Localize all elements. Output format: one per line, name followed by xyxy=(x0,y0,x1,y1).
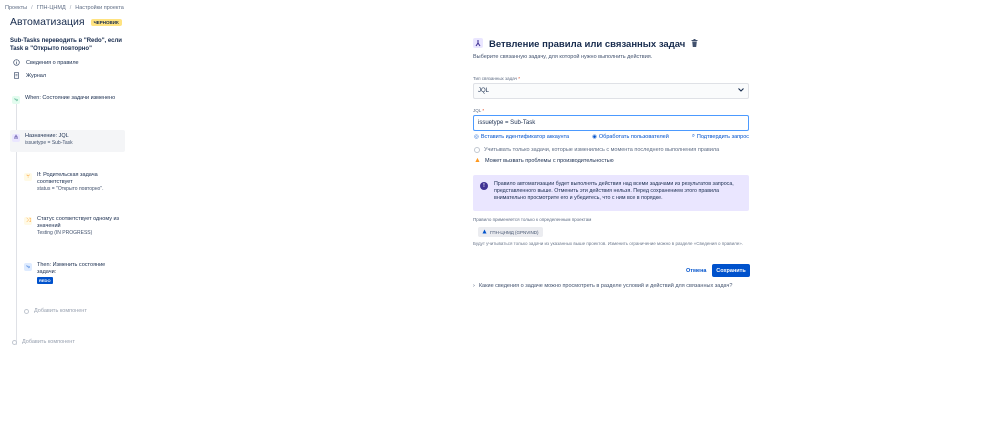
step-when[interactable]: ⤷ When: Состояние задачи изменено xyxy=(12,95,127,104)
step-branch-title: Назначение: JQL xyxy=(25,133,69,139)
type-label-text: Тип связанных задач xyxy=(473,76,517,81)
trash-icon[interactable] xyxy=(691,39,698,49)
rule-name[interactable]: Sub-Tasks переводить в "Redo", если Task… xyxy=(10,37,128,53)
add-component-label: Добавить компонент xyxy=(22,339,75,345)
breadcrumb-separator: / xyxy=(31,5,33,11)
only-changed-checkbox-row[interactable]: Учитывать только задачи, которые изменил… xyxy=(474,147,719,153)
step-if-sub: status = "Открыто повторно". xyxy=(37,186,104,192)
jql-label-text: JQL xyxy=(473,108,482,113)
project-icon xyxy=(482,229,487,235)
required-mark: * xyxy=(482,108,485,113)
chevron-down-icon xyxy=(738,88,744,94)
info-text: Правило автоматизации будет выполнять де… xyxy=(494,181,734,201)
condition-icon: ⑂ xyxy=(24,173,32,181)
scope-label: Правило применяется только к определенны… xyxy=(473,217,592,222)
scope-note: Будут учитываться только задачи из указа… xyxy=(473,241,744,246)
breadcrumb: Проекты / ГПН-ЦНМД / Настройки проекта xyxy=(5,5,124,11)
add-dot-icon xyxy=(24,308,29,314)
save-button[interactable]: Сохранить xyxy=(712,264,750,277)
breadcrumb-separator: / xyxy=(69,5,72,11)
trigger-icon: ⤷ xyxy=(12,96,20,104)
condition-icon: ⤨ xyxy=(24,217,32,225)
add-component-inner[interactable]: Добавить компонент xyxy=(24,308,87,314)
step-status[interactable]: ⤨ Статус соответствует одному из значени… xyxy=(24,216,124,237)
only-changed-label: Учитывать только задачи, которые изменил… xyxy=(484,147,720,153)
insert-account-id-link[interactable]: ◎ Вставить идентификатор аккаунта xyxy=(474,133,569,140)
performance-warning: ▲ Может вызвать проблемы с производитель… xyxy=(474,157,614,164)
step-if-title: If: Родительская задача соответствует xyxy=(37,172,98,185)
action-icon: ⤷ xyxy=(24,263,32,271)
breadcrumb-projects[interactable]: Проекты xyxy=(5,5,27,11)
sidebar-item-rule-details[interactable]: Сведения о правиле xyxy=(13,59,79,66)
panel-description: Выберите связанную задачу, для которой н… xyxy=(473,54,653,60)
sidebar-item-journal[interactable]: Журнал xyxy=(13,72,46,79)
add-component-outer[interactable]: Добавить компонент xyxy=(12,339,75,345)
journal-icon xyxy=(13,72,20,79)
only-changed-checkbox[interactable] xyxy=(474,147,480,153)
info-icon: ! xyxy=(480,182,488,190)
help-text: Какие сведения о задаче можно просмотрет… xyxy=(478,283,733,289)
step-branch-sub: issuetype = Sub-Task xyxy=(25,140,73,146)
search-icon: ⌕ xyxy=(691,133,695,139)
project-chip-label: ГПН-ЦНМД (GPNVIND) xyxy=(490,229,539,235)
jql-actions: ◎ Вставить идентификатор аккаунта ◉ Обра… xyxy=(474,133,749,140)
help-expander[interactable]: › Какие сведения о задаче можно просмотр… xyxy=(473,283,732,289)
process-users-label: Обработать пользователей xyxy=(598,133,669,140)
type-select[interactable]: JQL xyxy=(473,83,749,99)
branch-icon: ⋔ xyxy=(12,134,20,142)
info-message: ! Правило автоматизации будет выполнять … xyxy=(473,175,749,211)
type-select-value: JQL xyxy=(478,88,490,94)
add-component-label: Добавить компонент xyxy=(34,308,87,314)
branch-icon xyxy=(473,38,483,50)
insert-account-id-label: Вставить идентификатор аккаунта xyxy=(480,133,570,140)
step-then-title: Then: Изменить состояние задачи: xyxy=(37,262,106,275)
process-users-link[interactable]: ◉ Обработать пользователей xyxy=(592,133,669,140)
required-mark: * xyxy=(518,76,521,81)
warning-icon: ▲ xyxy=(474,157,481,164)
jql-input[interactable]: issuetype = Sub-Task xyxy=(473,115,749,131)
chevron-right-icon: › xyxy=(473,283,475,289)
step-when-title: When: Состояние задачи изменено xyxy=(25,95,116,101)
sidebar-item-label: Сведения о правиле xyxy=(26,59,79,66)
page-header: Автоматизация ЧЕРНОВИК xyxy=(10,16,122,28)
info-icon xyxy=(13,59,20,66)
validate-query-link[interactable]: ⌕ Подтвердить запрос xyxy=(692,133,749,140)
cancel-button[interactable]: Отмена xyxy=(680,264,712,277)
jql-label: JQL * xyxy=(473,108,484,113)
refresh-icon: ◉ xyxy=(592,133,597,140)
warning-text: Может вызвать проблемы с производительно… xyxy=(484,157,614,164)
panel-title: Ветвление правила или связанных задач xyxy=(489,38,686,50)
step-status-title: Статус соответствует одному из значений xyxy=(37,216,120,229)
draft-badge: ЧЕРНОВИК xyxy=(90,18,122,26)
step-then[interactable]: ⤷ Then: Изменить состояние задачи: REDO xyxy=(24,262,124,285)
type-label: Тип связанных задач * xyxy=(473,76,520,81)
breadcrumb-settings[interactable]: Настройки проекта xyxy=(75,5,124,11)
jql-input-value: issuetype = Sub-Task xyxy=(478,120,536,126)
step-status-sub: Testing (IN PROGRESS) xyxy=(37,230,93,236)
step-branch[interactable]: ⋔ Назначение: JQL issuetype = Sub-Task xyxy=(12,133,124,147)
page-title: Автоматизация xyxy=(10,16,85,28)
panel-header: Ветвление правила или связанных задач xyxy=(473,38,698,50)
step-if[interactable]: ⑂ If: Родительская задача соответствует … xyxy=(24,172,124,193)
project-chip: ГПН-ЦНМД (GPNVIND) xyxy=(478,227,543,237)
validate-query-label: Подтвердить запрос xyxy=(696,133,749,140)
add-dot-icon xyxy=(12,339,17,345)
sidebar-item-label: Журнал xyxy=(26,72,47,79)
status-tag-redo: REDO xyxy=(37,277,53,284)
user-icon: ◎ xyxy=(474,133,479,140)
breadcrumb-project[interactable]: ГПН-ЦНМД xyxy=(37,5,66,11)
